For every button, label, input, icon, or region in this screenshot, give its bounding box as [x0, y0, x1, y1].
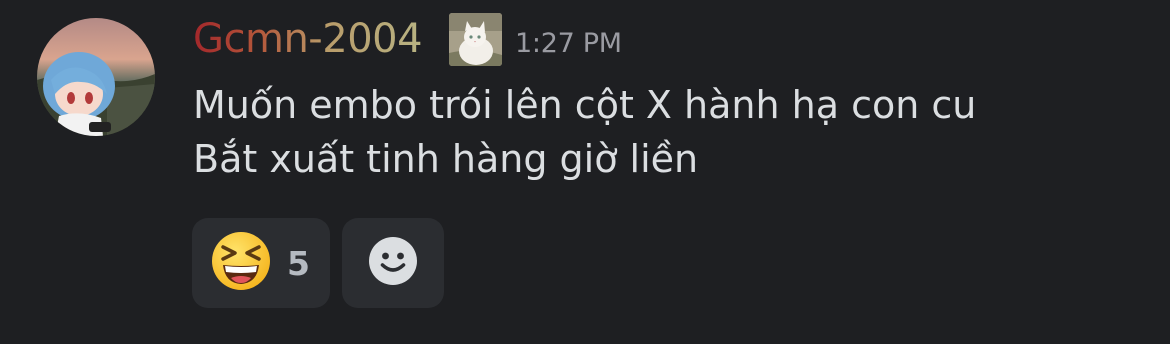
message-content: Muốn embo trói lên cột X hành hạ con cu … — [193, 78, 1143, 186]
message-line: Muốn embo trói lên cột X hành hạ con cu — [193, 83, 977, 127]
avatar-image — [37, 18, 155, 136]
white-cat-photo-icon[interactable] — [449, 12, 503, 66]
chat-message: Gcmn-2004 1:27 PM Muốn embo trói lên cột… — [0, 0, 1170, 344]
grinning-squinting-face-icon — [211, 231, 271, 295]
reaction-button[interactable]: 5 — [192, 218, 330, 308]
smiley-add-reaction-icon — [368, 236, 418, 290]
message-line: Bắt xuất tinh hàng giờ liền — [193, 137, 699, 181]
add-reaction-button[interactable] — [342, 218, 444, 308]
username[interactable]: Gcmn-2004 — [193, 16, 423, 62]
timestamp: 1:27 PM — [515, 27, 622, 59]
reaction-count: 5 — [287, 243, 310, 283]
message-header: Gcmn-2004 1:27 PM — [193, 12, 622, 66]
reactions-bar: 5 — [192, 218, 444, 308]
user-avatar[interactable] — [37, 18, 155, 136]
